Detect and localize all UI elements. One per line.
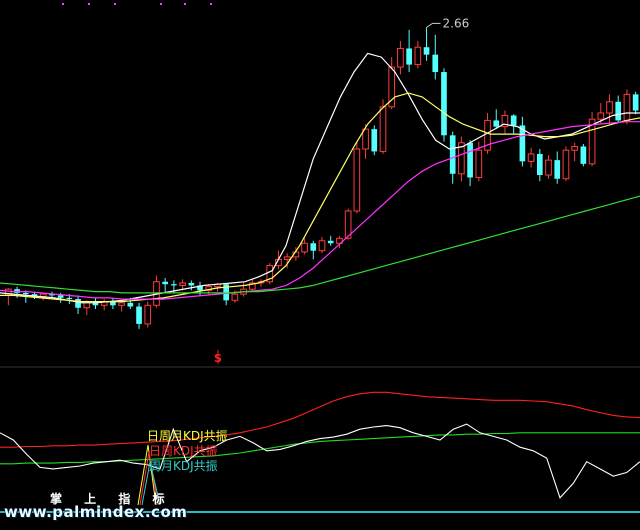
candle-up — [606, 101, 613, 114]
candle-down — [536, 153, 543, 176]
candle-down — [75, 299, 81, 308]
candle-down — [162, 281, 169, 285]
candle-up — [562, 149, 570, 180]
candle-up — [144, 304, 152, 325]
resonance-label-2: 周月KDJ共振 — [149, 459, 218, 473]
candle-down — [449, 135, 456, 174]
candle-down — [510, 115, 517, 126]
candle-down — [327, 240, 334, 244]
indicator-green-line — [0, 432, 640, 465]
candle-up — [545, 159, 552, 176]
candle-up — [5, 288, 12, 296]
candle-up — [623, 93, 631, 121]
candle-down — [423, 47, 430, 55]
candle-up — [283, 256, 291, 260]
resonance-label-1: 日周KDJ共振 — [149, 444, 218, 458]
candle-down — [432, 54, 439, 73]
candle-up — [397, 47, 404, 68]
candle-up — [597, 112, 605, 120]
candle-up — [571, 145, 578, 151]
candle-down — [580, 146, 587, 164]
candle-down — [188, 282, 195, 286]
candle-down — [57, 295, 64, 298]
top-marker-4 — [184, 3, 186, 5]
chart-stage: 2.66S日周月KDJ共振日周KDJ共振周月KDJ共振 掌 上 指 标 www.… — [0, 0, 640, 530]
high-annotation-arrow — [426, 22, 441, 28]
candle-up — [475, 149, 483, 179]
candle-down — [406, 48, 412, 65]
ma-short-line — [0, 52, 640, 304]
candle-down — [310, 243, 317, 251]
candle-up — [527, 153, 535, 162]
candle-up — [362, 128, 369, 150]
candle-down — [441, 72, 447, 136]
top-marker-2 — [114, 3, 116, 5]
ma-mid-line — [0, 92, 640, 303]
candle-down — [493, 120, 500, 127]
indicator-white-line — [0, 423, 640, 499]
candle-up — [179, 282, 186, 286]
ma-long-line — [0, 121, 640, 300]
candle-up — [118, 302, 125, 306]
top-marker-3 — [160, 3, 162, 5]
candle-down — [371, 129, 378, 152]
top-marker-1 — [88, 3, 90, 5]
candle-down — [615, 101, 622, 121]
watermark-url: www.palmindex.com — [4, 503, 188, 521]
candle-down — [467, 142, 473, 178]
candle-down — [22, 292, 29, 295]
candle-up — [379, 106, 387, 152]
candle-down — [632, 94, 639, 111]
candle-up — [353, 148, 361, 212]
candle-up — [318, 240, 326, 252]
candle-down — [127, 302, 134, 307]
candle-up — [231, 293, 239, 301]
resonance-label-0: 日周月KDJ共振 — [147, 429, 228, 443]
candle-down — [171, 284, 177, 286]
chart-canvas: 2.66S日周月KDJ共振日周KDJ共振周月KDJ共振 — [0, 3, 640, 513]
top-marker-0 — [62, 3, 64, 5]
candle-up — [301, 242, 308, 253]
top-marker-5 — [210, 3, 212, 5]
candle-down — [66, 297, 73, 300]
candle-up — [414, 46, 422, 66]
candle-down — [554, 160, 561, 179]
candle-down — [136, 306, 142, 324]
high-annotation-label: 2.66 — [443, 16, 470, 30]
